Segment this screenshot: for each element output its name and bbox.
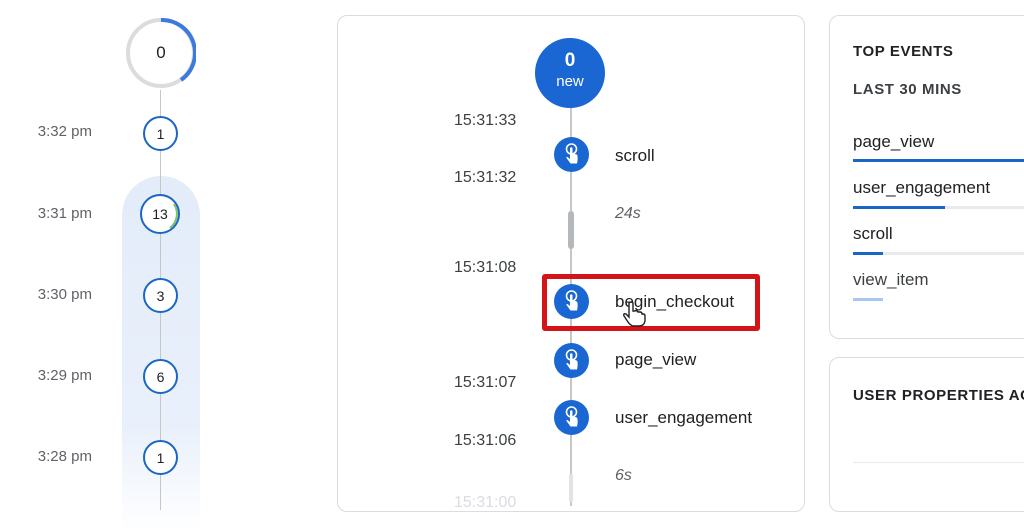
time-gap-marker bbox=[568, 211, 574, 249]
divider bbox=[853, 462, 1024, 463]
event-gap-duration: 24s bbox=[615, 205, 641, 222]
touch-icon[interactable] bbox=[554, 400, 589, 435]
minute-count-node[interactable]: 3 bbox=[143, 278, 178, 313]
minute-time-label: 3:29 pm bbox=[37, 367, 92, 384]
minute-count-node[interactable]: 1 bbox=[143, 116, 178, 151]
top-event-bar-track bbox=[853, 252, 1024, 255]
event-timestamp: 15:31:08 bbox=[454, 259, 517, 276]
event-name[interactable]: user_engagement bbox=[615, 408, 752, 428]
minute-time-label: 3:32 pm bbox=[37, 123, 92, 140]
card-title: TOP EVENTS bbox=[853, 43, 954, 60]
event-timestamp: 15:31:32 bbox=[454, 169, 517, 186]
top-event-bar-track bbox=[853, 298, 1024, 301]
event-name[interactable]: page_view bbox=[615, 350, 696, 370]
new-events-bubble[interactable]: 0 new bbox=[535, 38, 605, 108]
minute-time-label: 3:28 pm bbox=[37, 448, 92, 465]
touch-icon[interactable] bbox=[554, 137, 589, 172]
top-event-bar bbox=[853, 298, 883, 301]
top-event-bar bbox=[853, 252, 883, 255]
touch-icon[interactable] bbox=[554, 343, 589, 378]
partial-ring-icon bbox=[169, 203, 178, 229]
minute-time-label: 3:31 pm bbox=[37, 205, 92, 222]
top-event-bar bbox=[853, 159, 1024, 162]
event-timestamp: 15:31:06 bbox=[454, 432, 517, 449]
event-timestamp: 15:31:07 bbox=[454, 374, 517, 391]
top-events-card: TOP EVENTS LAST 30 MINS page_view user_e… bbox=[829, 15, 1024, 339]
event-gap-duration: 6s bbox=[615, 467, 632, 484]
minute-count-node[interactable]: 1 bbox=[143, 440, 178, 475]
event-stream-card: 0 new 15:31:33 15:31:32 15:31:08 15:31:0… bbox=[337, 15, 805, 512]
minute-count-node-selected[interactable]: 13 bbox=[140, 194, 180, 234]
user-properties-card: USER PROPERTIES AC bbox=[829, 357, 1024, 512]
top-event-bar-track bbox=[853, 159, 1024, 162]
card-title: USER PROPERTIES AC bbox=[853, 387, 1024, 404]
event-name[interactable]: scroll bbox=[615, 146, 655, 166]
event-timestamp: 15:31:00 bbox=[454, 494, 517, 511]
event-timestamp: 15:31:33 bbox=[454, 112, 517, 129]
top-event-bar bbox=[853, 206, 945, 209]
highlight-annotation-box bbox=[542, 274, 760, 331]
hand-pointer-cursor-icon bbox=[623, 301, 646, 327]
top-event-name[interactable]: scroll bbox=[853, 224, 893, 244]
minute-time-label: 3:30 pm bbox=[37, 286, 92, 303]
top-event-name[interactable]: user_engagement bbox=[853, 178, 990, 198]
card-subtitle: LAST 30 MINS bbox=[853, 81, 962, 98]
top-event-name[interactable]: view_item bbox=[853, 270, 929, 290]
top-event-bar-track bbox=[853, 206, 1024, 209]
time-gap-marker bbox=[569, 474, 573, 502]
minute-count-node[interactable]: 6 bbox=[143, 359, 178, 394]
top-event-name[interactable]: page_view bbox=[853, 132, 934, 152]
minute-timeline-current-count[interactable]: 0 bbox=[126, 18, 196, 88]
